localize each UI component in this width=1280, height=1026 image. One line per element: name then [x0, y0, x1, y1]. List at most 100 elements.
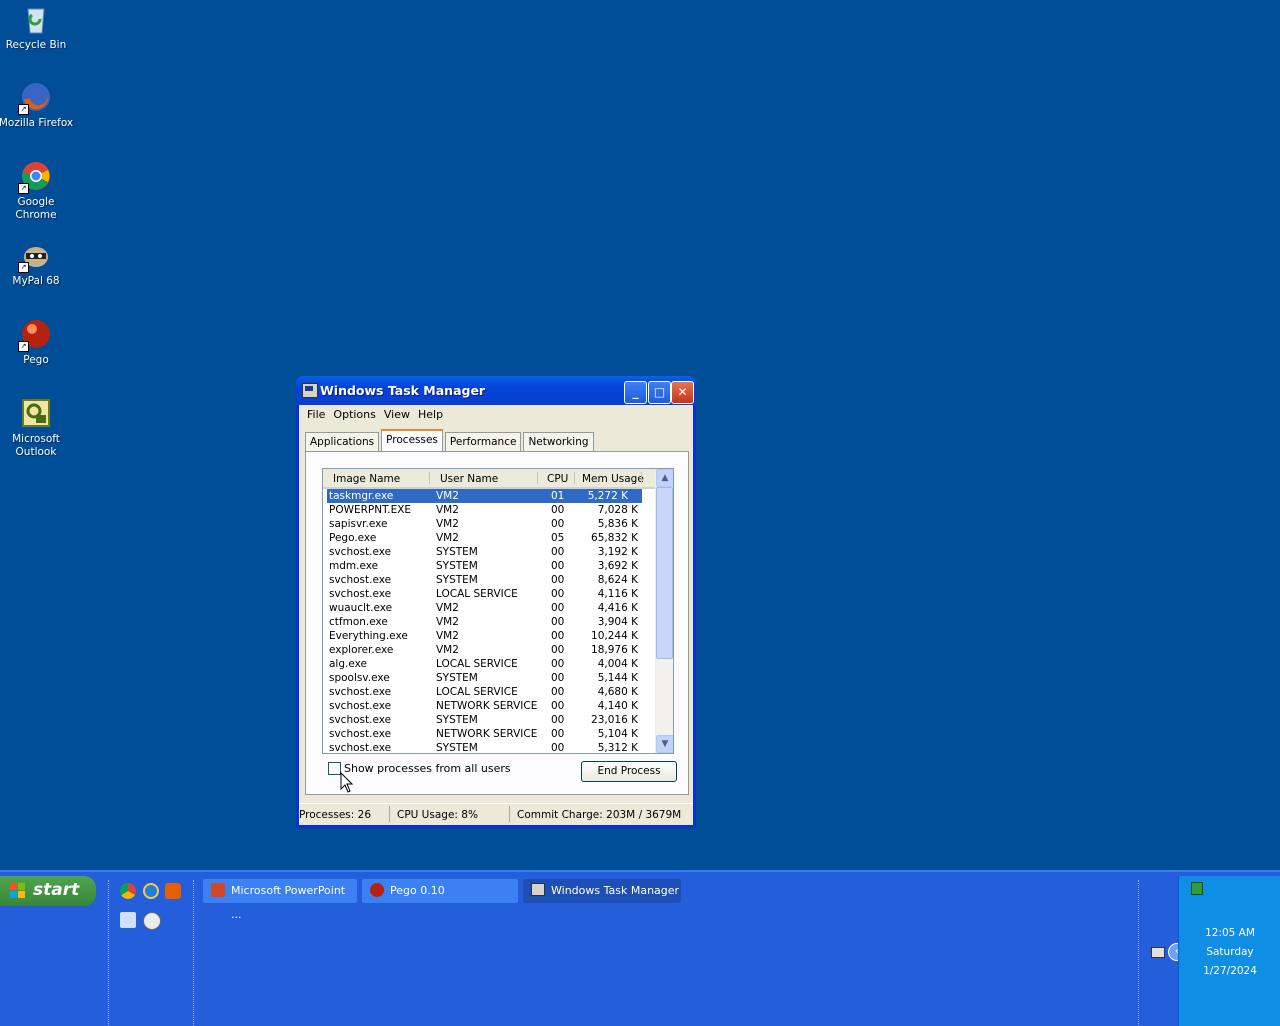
column-user-name[interactable]: User Name	[440, 473, 498, 485]
process-image-name: svchost.exe	[329, 588, 392, 600]
vertical-scrollbar[interactable]: ▲ ▼	[655, 469, 673, 753]
firefox-icon[interactable]	[165, 883, 181, 899]
process-row[interactable]: svchost.exe SYSTEM 00 5,312 K	[323, 741, 656, 754]
process-row[interactable]: Everything.exe VM2 00 10,244 K	[323, 629, 656, 643]
desktop-icon-label: Mozilla Firefox	[0, 117, 74, 129]
process-mem-usage: 4,416 K	[597, 602, 638, 614]
clock-date: 1/27/2024	[1203, 965, 1257, 977]
desktop-icon-mypal[interactable]: ↗ MyPal 68	[0, 239, 74, 288]
desktop-icon-label: Google Chrome	[15, 196, 57, 221]
menu-help[interactable]: Help	[414, 405, 447, 423]
menu-view[interactable]: View	[380, 405, 414, 423]
process-image-name: wuauclt.exe	[329, 602, 393, 614]
process-mem-usage: 4,004 K	[597, 658, 638, 670]
process-mem-usage: 5,312 K	[597, 742, 638, 754]
desktop-icon-recycle-bin[interactable]: Recycle Bin	[0, 3, 74, 52]
process-row[interactable]: svchost.exe LOCAL SERVICE 00 4,680 K	[323, 685, 656, 699]
tab-performance[interactable]: Performance	[444, 432, 522, 451]
close-button[interactable]: ✕	[671, 381, 694, 404]
process-user-name: VM2	[436, 616, 459, 628]
windows-logo-icon	[10, 883, 26, 899]
desktop-icon-outlook[interactable]: Microsoft Outlook	[0, 397, 74, 459]
process-image-name: explorer.exe	[329, 644, 394, 656]
window-client: File Options View Help Applications Proc…	[299, 405, 693, 825]
clock-time[interactable]: 12:05 AM	[1179, 924, 1280, 943]
process-image-name: svchost.exe	[329, 546, 392, 558]
process-mem-usage: 65,832 K	[591, 532, 638, 544]
chrome-icon[interactable]	[120, 883, 136, 899]
ie-icon[interactable]	[143, 883, 159, 899]
process-row[interactable]: taskmgr.exe VM2 01 5,272 K	[327, 489, 642, 503]
process-image-name: spoolsv.exe	[329, 672, 390, 684]
process-user-name: VM2	[436, 602, 459, 614]
column-cpu[interactable]: CPU	[547, 473, 568, 485]
outlook-icon[interactable]	[120, 912, 136, 928]
process-user-name: SYSTEM	[436, 742, 478, 754]
process-cpu: 00	[551, 630, 565, 642]
process-mem-usage: 4,116 K	[597, 588, 638, 600]
status-commit-charge: Commit Charge: 203M / 3679M	[517, 809, 682, 821]
process-row[interactable]: sapisvr.exe VM2 00 5,836 K	[323, 517, 656, 531]
process-image-name: POWERPNT.EXE	[329, 504, 412, 516]
process-row[interactable]: svchost.exe SYSTEM 00 23,016 K	[323, 713, 656, 727]
process-list[interactable]: Image Name User Name CPU Mem Usage taskm…	[322, 468, 674, 754]
process-user-name: SYSTEM	[436, 714, 478, 726]
scroll-thumb[interactable]	[656, 487, 673, 659]
process-image-name: svchost.exe	[329, 700, 392, 712]
process-image-name: alg.exe	[329, 658, 367, 670]
keyboard-icon[interactable]	[1151, 947, 1165, 958]
process-row[interactable]: explorer.exe VM2 00 18,976 K	[323, 643, 656, 657]
end-process-button[interactable]: End Process	[581, 761, 677, 782]
tab-networking[interactable]: Networking	[523, 432, 594, 451]
taskbar-button-powerpoint[interactable]: Microsoft PowerPoint ...	[203, 879, 357, 921]
process-row[interactable]: svchost.exe SYSTEM 00 3,192 K	[323, 545, 656, 559]
process-row[interactable]: wuauclt.exe VM2 00 4,416 K	[323, 601, 656, 615]
process-row[interactable]: ctfmon.exe VM2 00 3,904 K	[323, 615, 656, 629]
minimize-button[interactable]: _	[624, 381, 647, 404]
process-cpu: 00	[551, 546, 565, 558]
process-row[interactable]: POWERPNT.EXE VM2 00 7,028 K	[323, 503, 656, 517]
show-all-users-row[interactable]: Show processes from all users	[328, 762, 511, 775]
desktop-icon-pego[interactable]: ↗ Pego	[0, 318, 74, 367]
clock-day: Saturday	[1206, 946, 1254, 958]
process-cpu: 00	[551, 658, 565, 670]
column-mem-usage[interactable]: Mem Usage	[582, 473, 644, 485]
taskbar-button-pego[interactable]: Pego 0.10	[362, 879, 518, 903]
scroll-up-arrow-icon[interactable]: ▲	[656, 469, 673, 487]
desktop-icon-firefox[interactable]: ↗ Mozilla Firefox	[0, 81, 74, 130]
column-image-name[interactable]: Image Name	[333, 473, 400, 485]
process-row[interactable]: svchost.exe NETWORK SERVICE 00 5,104 K	[323, 727, 656, 741]
process-row[interactable]: svchost.exe NETWORK SERVICE 00 4,140 K	[323, 699, 656, 713]
maximize-button[interactable]: □	[648, 381, 671, 404]
tab-processes[interactable]: Processes	[381, 429, 443, 451]
process-user-name: NETWORK SERVICE	[436, 700, 538, 712]
process-user-name: SYSTEM	[436, 560, 478, 572]
task-manager-cpu-tray-icon[interactable]	[1191, 882, 1203, 895]
process-row[interactable]: spoolsv.exe SYSTEM 00 5,144 K	[323, 671, 656, 685]
desktop-icon-chrome[interactable]: ↗ Google Chrome	[0, 160, 74, 222]
status-bar: Processes: 26 CPU Usage: 8% Commit Charg…	[299, 803, 693, 824]
show-all-users-label: Show processes from all users	[344, 762, 511, 775]
menu-options[interactable]: Options	[329, 405, 379, 423]
process-cpu: 00	[551, 518, 565, 530]
mypal-icon: ↗	[18, 239, 52, 273]
scroll-down-arrow-icon[interactable]: ▼	[656, 735, 673, 753]
status-cpu-usage: CPU Usage: 8%	[397, 809, 478, 821]
title-bar[interactable]: Windows Task Manager _ □ ✕	[296, 376, 696, 405]
process-mem-usage: 5,272 K	[587, 490, 628, 502]
process-mem-usage: 5,104 K	[597, 728, 638, 740]
process-cpu: 00	[551, 574, 565, 586]
process-row[interactable]: Pego.exe VM2 05 65,832 K	[323, 531, 656, 545]
process-row[interactable]: mdm.exe SYSTEM 00 3,692 K	[323, 559, 656, 573]
media-icon[interactable]	[143, 912, 161, 930]
pego-icon	[370, 883, 384, 897]
start-button[interactable]: start	[0, 876, 96, 906]
menu-file[interactable]: File	[303, 405, 329, 423]
process-user-name: LOCAL SERVICE	[436, 588, 518, 600]
process-row[interactable]: alg.exe LOCAL SERVICE 00 4,004 K	[323, 657, 656, 671]
tab-applications[interactable]: Applications	[305, 432, 380, 451]
process-row[interactable]: svchost.exe LOCAL SERVICE 00 4,116 K	[323, 587, 656, 601]
taskbar-button-task-manager[interactable]: Windows Task Manager	[523, 879, 681, 903]
process-row[interactable]: svchost.exe SYSTEM 00 8,624 K	[323, 573, 656, 587]
task-label: Pego 0.10	[390, 884, 445, 897]
